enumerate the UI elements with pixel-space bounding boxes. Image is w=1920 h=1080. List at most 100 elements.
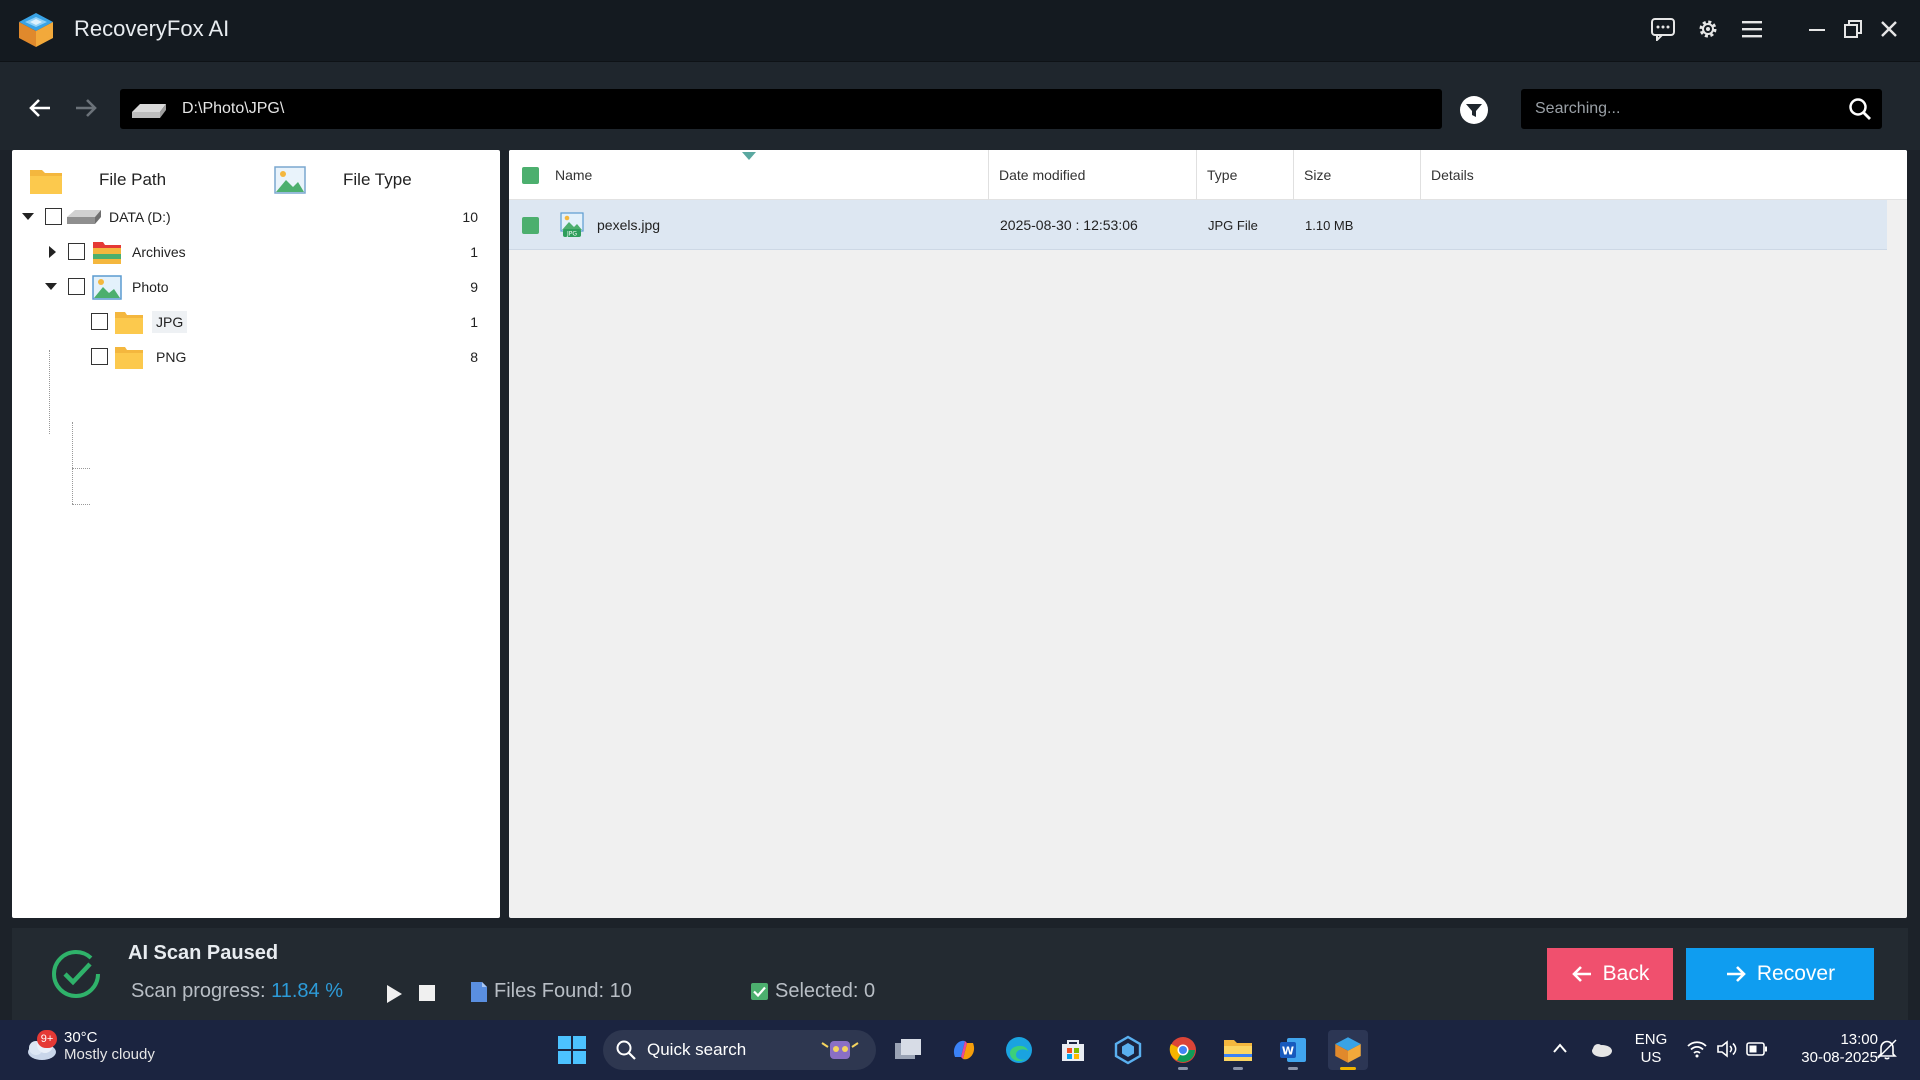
recover-button[interactable]: Recover	[1686, 948, 1874, 1000]
scan-status-title: AI Scan Paused	[128, 942, 279, 964]
recoveryfox-app[interactable]	[1328, 1030, 1368, 1070]
back-button[interactable]: Back	[1547, 948, 1673, 1000]
file-name: pexels.jpg	[597, 217, 661, 233]
row-checkbox[interactable]	[522, 216, 539, 234]
tree-guide	[72, 504, 90, 505]
onedrive-icon[interactable]	[1589, 1040, 1613, 1058]
play-icon[interactable]	[384, 983, 404, 1005]
settings-app[interactable]	[1108, 1030, 1148, 1070]
tree-item-data-drive[interactable]: DATA (D:) 10	[12, 200, 500, 234]
tree-item-label: Photo	[132, 279, 169, 295]
file-explorer-app[interactable]	[1218, 1030, 1258, 1070]
folder-icon	[30, 170, 62, 194]
tree-item-png[interactable]: PNG 8	[12, 340, 500, 374]
chevron-up-icon[interactable]	[1552, 1042, 1568, 1054]
collapsed-caret-icon[interactable]	[45, 245, 59, 259]
file-icon	[471, 981, 487, 1002]
weather-widget[interactable]: 9+ 30°C Mostly cloudy	[20, 1026, 155, 1066]
drive-icon	[132, 104, 166, 118]
start-button[interactable]	[552, 1030, 592, 1070]
hexagon-app-icon	[1114, 1035, 1142, 1065]
stop-icon[interactable]	[419, 985, 435, 1001]
chrome-app[interactable]	[1163, 1030, 1203, 1070]
file-type: JPG File	[1208, 217, 1258, 233]
tree-checkbox[interactable]	[91, 313, 108, 330]
tree-item-count: 1	[470, 314, 478, 330]
battery-icon[interactable]	[1746, 1042, 1768, 1056]
tree-item-photo[interactable]: Photo 9	[12, 270, 500, 304]
clock[interactable]: 13:00 30-08-2025	[1782, 1031, 1878, 1067]
tree-item-jpg[interactable]: JPG 1	[12, 305, 500, 339]
copilot-app[interactable]	[944, 1030, 984, 1070]
app-logo-icon	[19, 13, 53, 47]
search-icon	[616, 1040, 636, 1060]
feedback-icon[interactable]	[1646, 12, 1680, 46]
column-name[interactable]: Name	[509, 150, 989, 200]
copilot-icon	[953, 1040, 975, 1060]
search-box	[1521, 89, 1882, 129]
weather-condition: Mostly cloudy	[64, 1046, 155, 1063]
quick-search[interactable]: Quick search	[603, 1030, 876, 1070]
word-icon: W	[1280, 1038, 1306, 1062]
select-all-checkbox[interactable]	[522, 166, 539, 184]
status-bar: AI Scan Paused Scan progress: 11.84 % Fi…	[12, 928, 1908, 1020]
table-row[interactable]: JPG pexels.jpg 2025-08-30 : 12:53:06 JPG…	[509, 200, 1887, 250]
weather-temperature: 30°C	[64, 1029, 98, 1046]
gear-icon[interactable]	[1691, 12, 1725, 46]
wifi-icon[interactable]	[1686, 1040, 1708, 1058]
expanded-caret-icon[interactable]	[21, 210, 35, 224]
notification-badge: 9+	[37, 1030, 57, 1048]
tree-item-label: Archives	[132, 244, 186, 260]
tree-item-count: 8	[470, 349, 478, 365]
column-size[interactable]: Size	[1294, 150, 1421, 200]
close-icon[interactable]	[1872, 12, 1906, 46]
tree-checkbox[interactable]	[45, 208, 62, 225]
search-icon[interactable]	[1848, 97, 1872, 121]
jpg-file-icon: JPG	[560, 212, 584, 238]
column-type[interactable]: Type	[1197, 150, 1294, 200]
table-header: Name Date modified Type Size Details	[509, 150, 1907, 200]
tree-checkbox[interactable]	[91, 348, 108, 365]
restore-icon[interactable]	[1836, 12, 1870, 46]
task-view-app[interactable]	[888, 1030, 928, 1070]
taskbar: 9+ 30°C Mostly cloudy Quick search W ENG…	[0, 1020, 1920, 1080]
tab-file-path[interactable]: File Path	[29, 160, 166, 200]
running-indicator	[1233, 1067, 1243, 1070]
filter-icon[interactable]	[1458, 94, 1490, 126]
edge-app[interactable]	[999, 1030, 1039, 1070]
tree-item-count: 1	[470, 244, 478, 260]
tree-item-archives[interactable]: Archives 1	[12, 235, 500, 269]
word-app[interactable]: W	[1273, 1030, 1313, 1070]
minimize-icon[interactable]	[1800, 12, 1834, 46]
task-view-icon	[895, 1039, 921, 1059]
search-highlight-icon	[821, 1041, 859, 1059]
notification-bell-icon[interactable]	[1876, 1038, 1898, 1060]
forward-arrow-icon[interactable]	[68, 90, 104, 126]
tab-file-type[interactable]: File Type	[273, 160, 412, 200]
column-date-modified[interactable]: Date modified	[989, 150, 1197, 200]
scan-progress: Scan progress: 11.84 %	[131, 980, 343, 1002]
folder-icon	[115, 312, 143, 334]
tree-item-count: 10	[462, 209, 478, 225]
checkbox-checked-icon	[751, 983, 768, 1000]
volume-icon[interactable]	[1716, 1040, 1738, 1058]
tree-checkbox[interactable]	[68, 243, 85, 260]
menu-icon[interactable]	[1735, 12, 1769, 46]
back-arrow-icon[interactable]	[22, 90, 58, 126]
column-details[interactable]: Details	[1421, 150, 1907, 200]
path-bar[interactable]: D:\Photo\JPG\	[120, 89, 1442, 129]
tree-item-label: PNG	[156, 349, 187, 365]
language-indicator[interactable]: ENG US	[1630, 1031, 1672, 1067]
store-icon	[1062, 1040, 1084, 1061]
folder-icon	[115, 347, 143, 369]
store-app[interactable]	[1053, 1030, 1093, 1070]
tree-checkbox[interactable]	[68, 278, 85, 295]
left-panel: File Path File Type DATA (D:) 10 Archive…	[12, 150, 500, 918]
running-indicator	[1340, 1067, 1356, 1070]
search-input[interactable]	[1535, 89, 1835, 129]
file-list-panel: Name Date modified Type Size Details JPG…	[509, 150, 1907, 918]
back-arrow-icon	[1571, 966, 1591, 982]
toolbar: D:\Photo\JPG\	[0, 62, 1920, 150]
expanded-caret-icon[interactable]	[44, 280, 58, 294]
running-indicator	[1178, 1067, 1188, 1070]
